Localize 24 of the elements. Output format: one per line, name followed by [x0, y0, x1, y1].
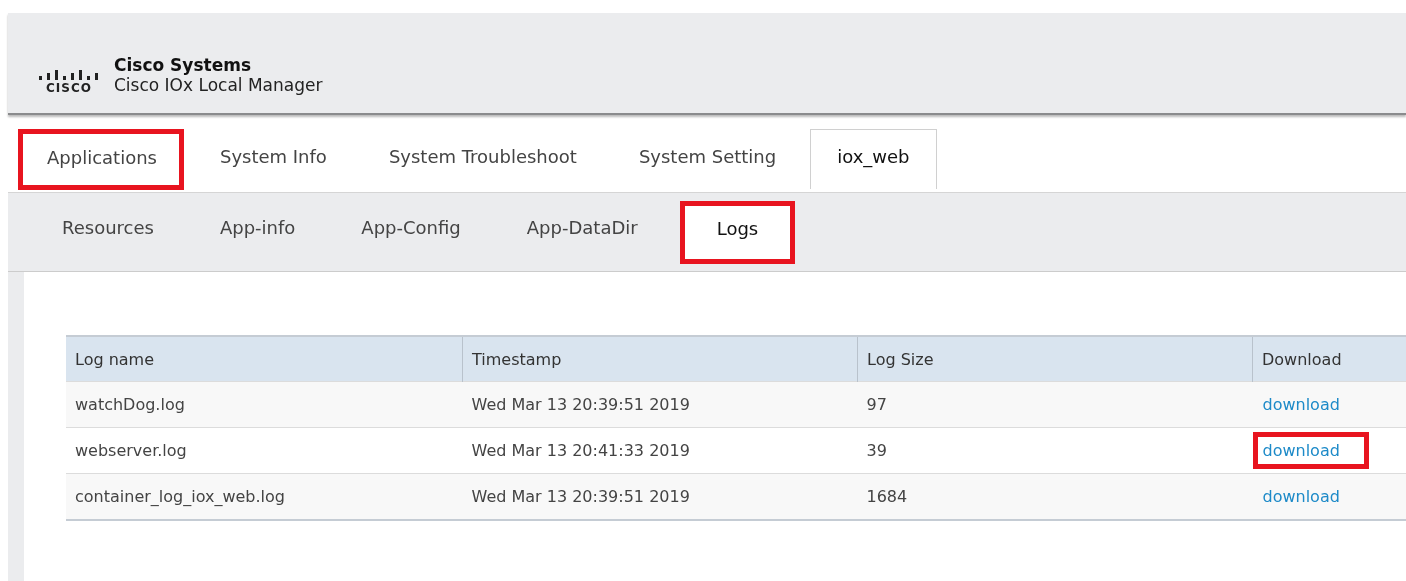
- nav-tab[interactable]: iox_web: [810, 129, 937, 189]
- company-name: Cisco Systems: [114, 55, 253, 75]
- column-header: Download: [1252, 336, 1406, 382]
- nav-tab[interactable]: System Troubleshoot: [360, 129, 603, 188]
- sub-tab[interactable]: App-Config: [337, 201, 495, 262]
- table-cell: Wed Mar 13 20:39:51 2019: [462, 381, 858, 428]
- column-header: Log Size: [857, 336, 1253, 382]
- table-cell: 97: [857, 381, 1253, 428]
- product-name: Cisco IOx Local Manager: [114, 75, 323, 95]
- nav-tab[interactable]: System Setting: [610, 129, 803, 188]
- table-cell: container_log_iox_web.log: [66, 473, 463, 520]
- table-cell: 1684: [857, 473, 1253, 520]
- download-link[interactable]: download: [1252, 432, 1369, 469]
- table-cell: watchDog.log: [66, 381, 463, 428]
- sub-tab[interactable]: Resources: [38, 201, 188, 262]
- sub-tab[interactable]: App-info: [195, 201, 330, 262]
- column-header: Timestamp: [462, 336, 858, 382]
- nav-tab[interactable]: System Info: [191, 129, 353, 188]
- column-header: Log name: [66, 336, 463, 382]
- sub-tab[interactable]: App-DataDir: [502, 201, 672, 262]
- nav-tab[interactable]: Applications: [18, 129, 184, 190]
- table-cell: Wed Mar 13 20:39:51 2019: [462, 473, 858, 520]
- sub-tab[interactable]: Logs: [679, 201, 796, 264]
- logo-text: CISCO: [46, 81, 92, 95]
